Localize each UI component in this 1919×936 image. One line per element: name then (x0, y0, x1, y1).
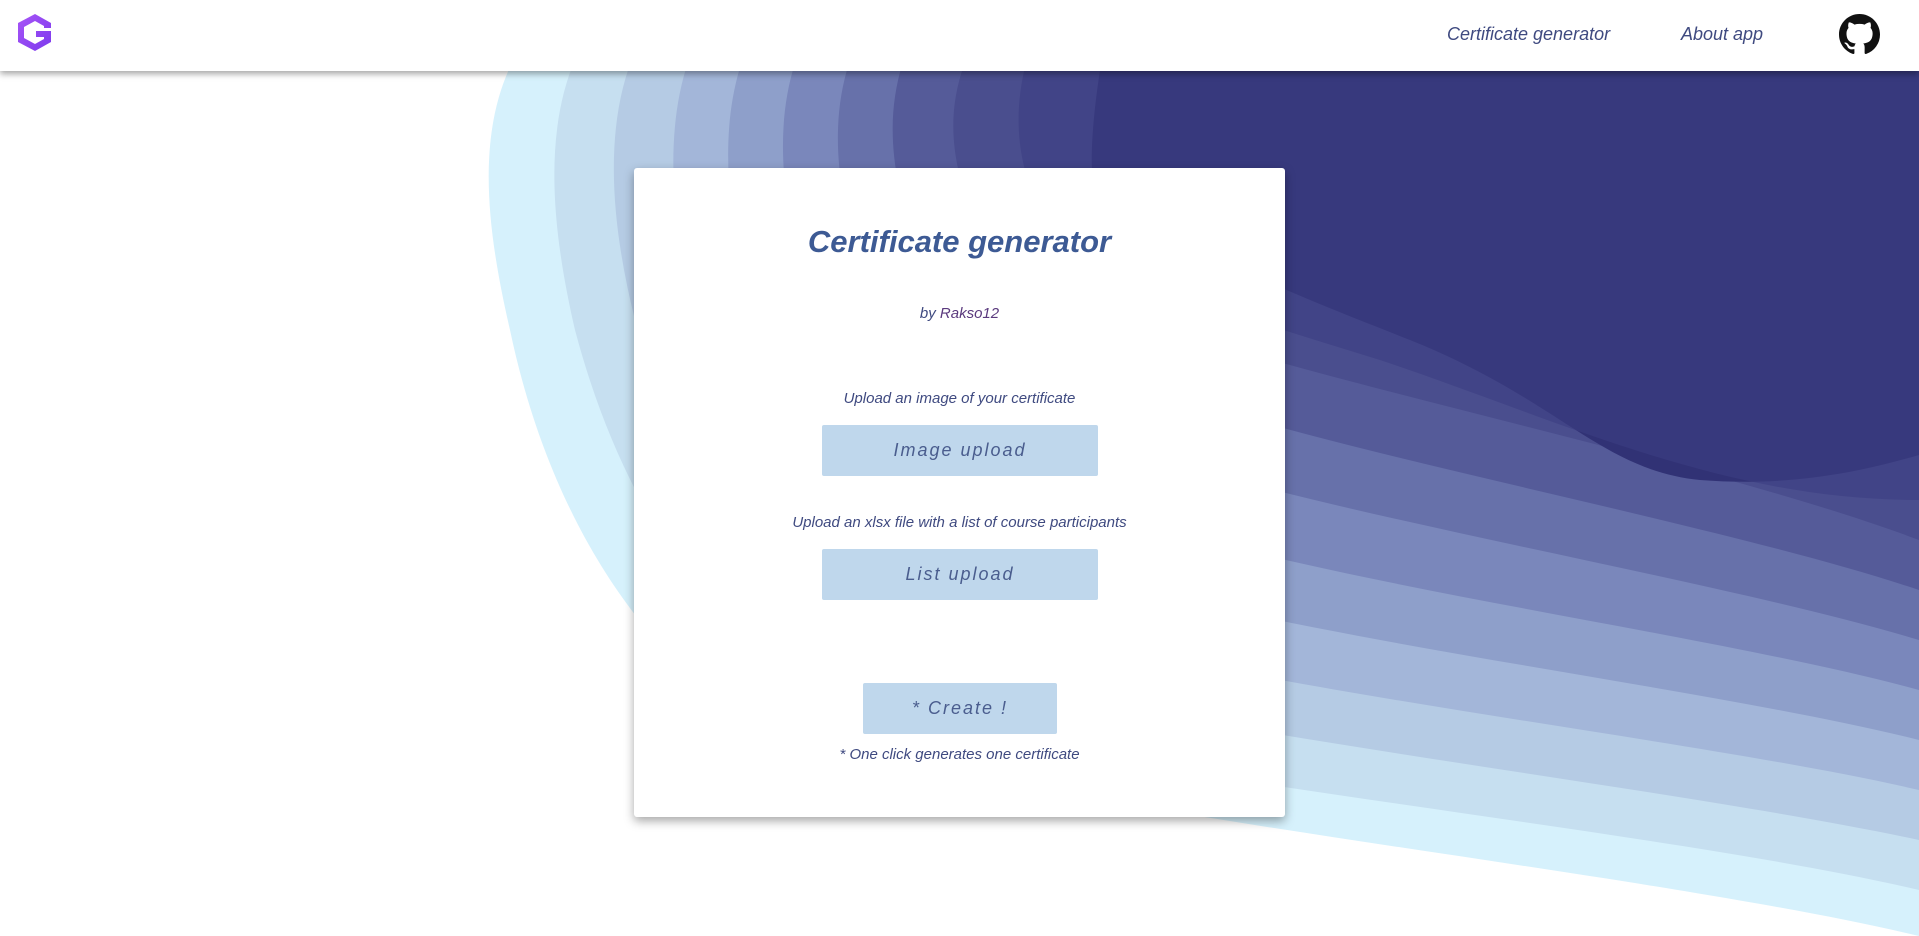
page-title: Certificate generator (807, 224, 1112, 259)
byline: by Rakso12 (634, 305, 1285, 322)
list-upload-label: Upload an xlsx file with a list of cours… (792, 514, 1127, 531)
create-note: * One click generates one certificate (839, 746, 1080, 763)
list-upload-button[interactable]: List upload (822, 549, 1098, 600)
image-upload-label: Upload an image of your certificate (843, 390, 1076, 407)
generator-card: Certificate generator by Rakso12 Upload … (634, 168, 1285, 817)
create-button[interactable]: * Create ! (863, 683, 1057, 734)
byline-prefix: by (919, 305, 940, 322)
g-logo-icon[interactable] (13, 11, 57, 53)
top-navbar: Certificate generator About app (0, 0, 1919, 71)
image-upload-button[interactable]: Image upload (822, 425, 1098, 476)
github-icon[interactable] (1839, 14, 1880, 55)
nav-certificate-generator[interactable]: Certificate generator (1447, 24, 1610, 45)
author-name: Rakso12 (939, 305, 1000, 322)
nav-about-app[interactable]: About app (1681, 24, 1763, 45)
